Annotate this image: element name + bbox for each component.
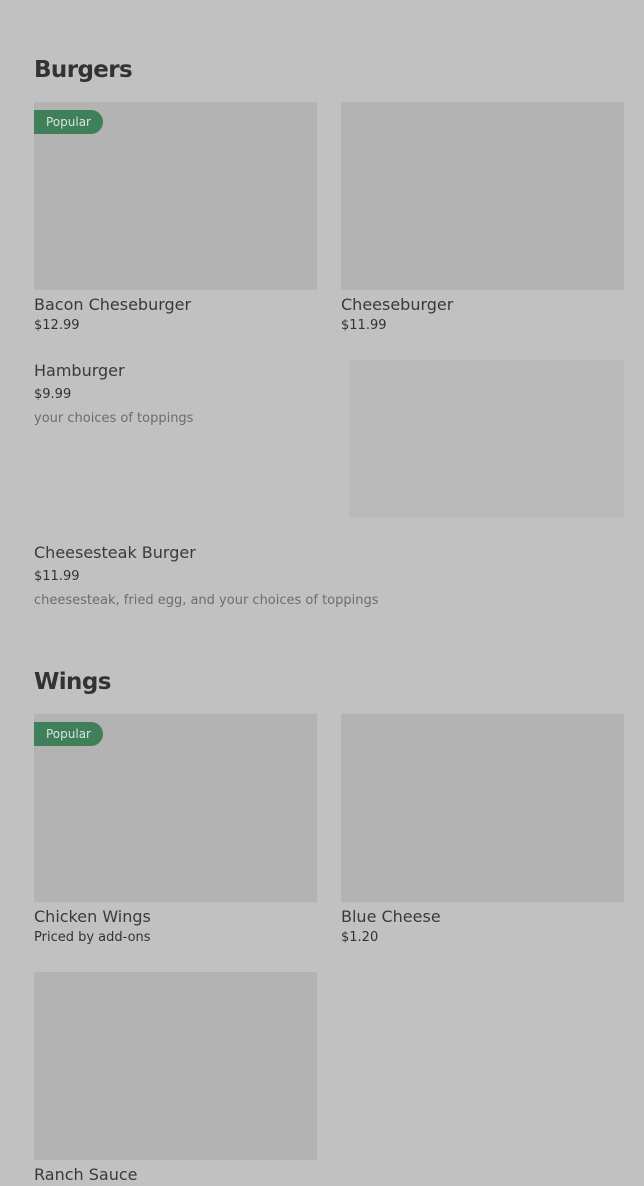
item-image (341, 714, 624, 902)
item-name: Bacon Cheseburger (34, 295, 192, 314)
item-price: $12.99 (34, 318, 80, 333)
item-image: Popular (34, 102, 317, 290)
item-image (341, 102, 624, 290)
item-price: $11.99 (34, 569, 80, 584)
menu-item-blue-cheese[interactable]: Blue Cheese $1.20 (341, 714, 624, 947)
popular-badge: Popular (34, 110, 103, 134)
item-price: Priced by add-ons (34, 930, 151, 945)
item-price: $1.20 (341, 930, 379, 945)
section-title-burgers: Burgers (34, 57, 133, 83)
item-description: cheesesteak, fried egg, and your choices… (34, 593, 379, 608)
item-image: Popular (34, 714, 317, 902)
menu-item-cheesesteak-burger[interactable]: Cheesesteak Burger $11.99 cheesesteak, f… (34, 542, 624, 610)
section-title-wings: Wings (34, 669, 111, 695)
menu-item-chicken-wings[interactable]: Popular Chicken Wings Priced by add-ons (34, 714, 317, 947)
menu-item-cheeseburger[interactable]: Cheeseburger $11.99 (341, 102, 624, 335)
item-name: Blue Cheese (341, 907, 441, 926)
popular-badge: Popular (34, 722, 103, 746)
item-name: Cheesesteak Burger (34, 543, 196, 562)
item-price: $11.99 (341, 318, 387, 333)
item-name: Ranch Sauce (34, 1165, 138, 1184)
menu-item-ranch-sauce[interactable]: Ranch Sauce (34, 972, 317, 1186)
item-name: Chicken Wings (34, 907, 151, 926)
item-image (34, 972, 317, 1160)
hamburger-image (349, 360, 624, 518)
item-name: Cheeseburger (341, 295, 454, 314)
menu-item-bacon-cheseburger[interactable]: Popular Bacon Cheseburger $12.99 (34, 102, 317, 335)
